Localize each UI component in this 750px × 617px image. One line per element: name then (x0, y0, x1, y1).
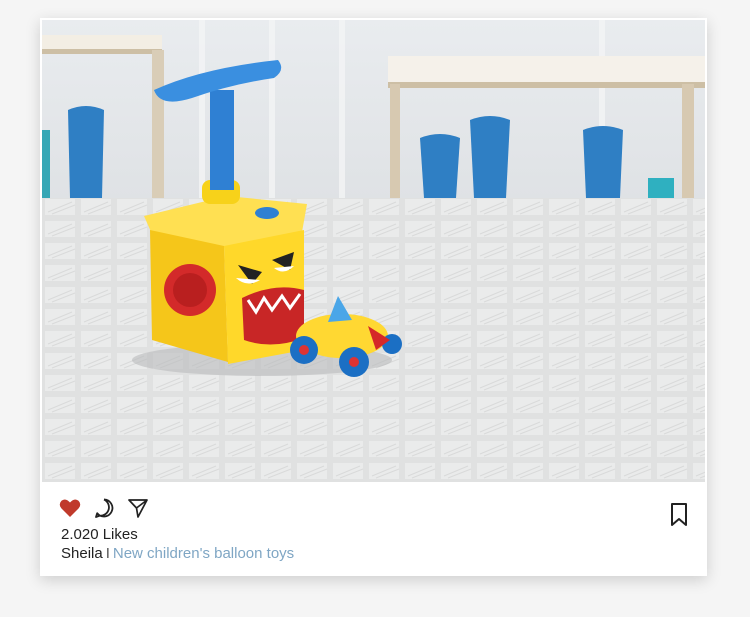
toy-photo-illustration (42, 20, 705, 482)
post-card: 2.020 Likes Sheila I New children's balloo… (40, 18, 707, 576)
caption-description[interactable]: New children's balloon toys (113, 545, 294, 562)
send-icon[interactable] (126, 496, 150, 520)
author-name[interactable]: Sheila (61, 545, 103, 562)
caption-separator: I (105, 545, 110, 562)
post-actions (58, 496, 160, 520)
bookmark-icon[interactable] (668, 502, 690, 528)
post-photo[interactable] (42, 20, 705, 482)
likes-count: 2.020 Likes (61, 526, 138, 543)
heart-icon[interactable] (58, 496, 82, 520)
comment-icon[interactable] (92, 496, 116, 520)
post-caption: Sheila I New children's balloon toys (61, 545, 294, 562)
